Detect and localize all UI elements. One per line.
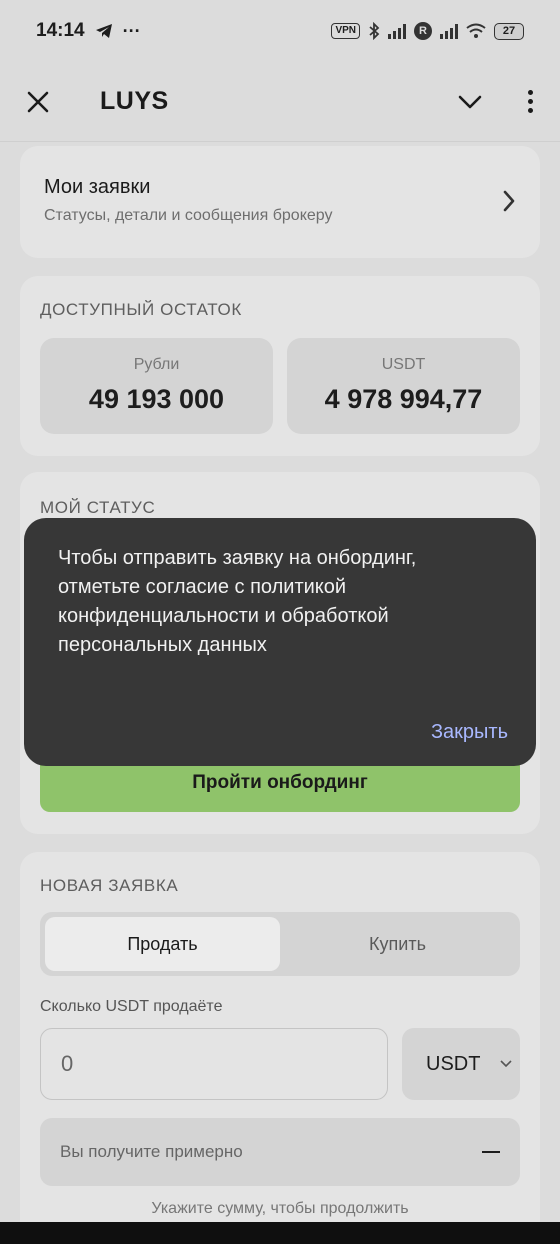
- balance-rub-value: 49 193 000: [88, 384, 225, 414]
- snackbar-close-button[interactable]: Закрыть: [431, 721, 508, 744]
- chevron-right-icon: [503, 190, 515, 212]
- system-nav-bar: [0, 1222, 560, 1244]
- status-label: МОЙ СТАТУС: [40, 498, 156, 517]
- balance-rub-label: Рубли: [133, 356, 180, 373]
- new-request-label: НОВАЯ ЗАЯВКА: [40, 876, 179, 895]
- new-request-card: НОВАЯ ЗАЯВКА Продать Купить Сколько USDT…: [20, 852, 540, 1244]
- bluetooth-icon: [369, 22, 380, 40]
- signal-icon: [388, 23, 406, 39]
- more-notifications-icon: ···: [122, 20, 141, 41]
- signal-icon-2: [440, 23, 458, 39]
- balance-usdt-value: 4 978 994,77: [324, 384, 483, 414]
- balance-usdt-label: USDT: [381, 356, 426, 373]
- amount-label: Сколько USDT продаёте: [40, 998, 223, 1015]
- currency-value: USDT: [426, 1052, 481, 1075]
- snackbar-message: Чтобы отправить заявку на онбординг, отм…: [58, 547, 417, 656]
- telegram-icon: [95, 24, 112, 38]
- my-requests-subtitle: Статусы, детали и сообщения брокеру: [44, 207, 333, 224]
- balance-rub: Рубли 49 193 000: [40, 338, 273, 434]
- amount-input[interactable]: 0: [40, 1028, 388, 1100]
- tab-sell[interactable]: Продать: [45, 917, 280, 971]
- amount-hint: Укажите сумму, чтобы продолжить: [151, 1200, 409, 1217]
- receive-label: Вы получите примерно: [60, 1142, 243, 1161]
- balance-card: ДОСТУПНЫЙ ОСТАТОК Рубли 49 193 000 USDT …: [20, 276, 540, 456]
- app-title: LUYS: [100, 87, 169, 115]
- vpn-badge: VPN: [331, 23, 360, 39]
- close-icon[interactable]: [24, 88, 52, 116]
- balance-label: ДОСТУПНЫЙ ОСТАТОК: [40, 300, 242, 319]
- my-requests-card[interactable]: Мои заявки Статусы, детали и сообщения б…: [20, 146, 540, 258]
- roaming-badge: R: [414, 22, 432, 40]
- chevron-down-icon[interactable]: [454, 86, 486, 118]
- more-options-icon[interactable]: [524, 90, 536, 113]
- trade-type-toggle: Продать Купить: [40, 912, 520, 976]
- balance-usdt: USDT 4 978 994,77: [287, 338, 520, 434]
- my-requests-title: Мои заявки: [44, 176, 151, 198]
- tab-buy[interactable]: Купить: [280, 917, 515, 971]
- currency-select[interactable]: USDT: [402, 1028, 520, 1100]
- wifi-icon: [466, 23, 486, 38]
- status-time: 14:14: [36, 20, 85, 41]
- status-bar: 14:14 ··· VPN R 27: [0, 0, 560, 62]
- receive-value-dash: [482, 1151, 500, 1153]
- chevron-down-icon: [500, 1060, 512, 1068]
- app-bar: LUYS: [0, 62, 560, 142]
- receive-estimate: Вы получите примерно: [40, 1118, 520, 1186]
- battery-icon: 27: [494, 22, 524, 40]
- consent-snackbar: Чтобы отправить заявку на онбординг, отм…: [24, 518, 536, 766]
